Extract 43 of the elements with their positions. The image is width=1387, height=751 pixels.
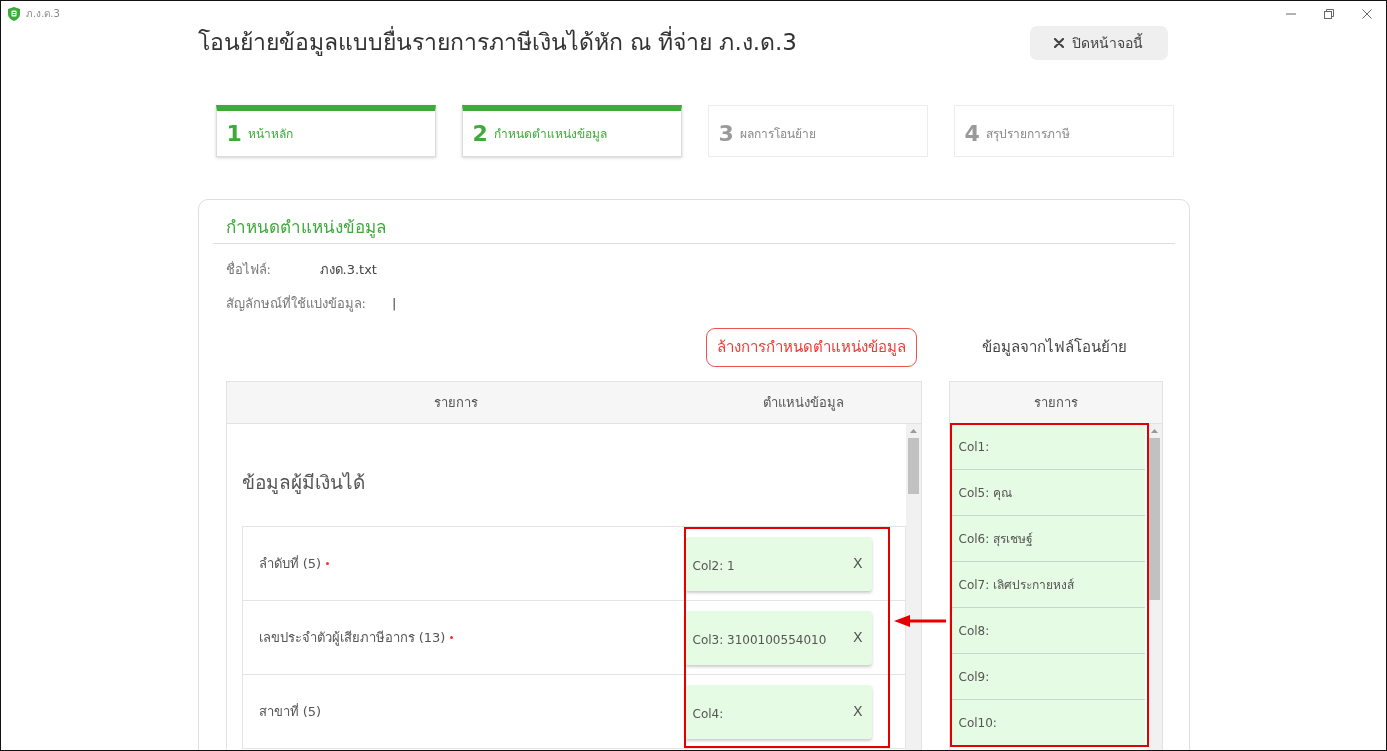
panel-title: กำหนดตำแหน่งข้อมูล xyxy=(224,216,387,240)
restore-icon xyxy=(1324,8,1334,19)
column-header: รายการ xyxy=(433,394,480,413)
mapped-column-chip[interactable]: Col3: 3100100554010 X xyxy=(684,610,872,665)
column-header: รายการ xyxy=(1033,394,1078,413)
info-value: | xyxy=(391,294,397,313)
step-tab[interactable]: 3 ผลการโอนย้าย xyxy=(707,105,928,157)
source-column-item[interactable]: Col9: xyxy=(950,654,1145,701)
scrollbar-thumb[interactable] xyxy=(1148,438,1160,601)
remove-mapping-button[interactable]: X xyxy=(843,701,872,723)
source-column-item[interactable]: Col6: สุรเชษฐ์ xyxy=(950,516,1145,563)
info-label: สัญลักษณ์ที่ใช้แบ่งข้อมูล: xyxy=(225,294,366,314)
mapped-column-chip[interactable]: Col4: X xyxy=(684,684,872,739)
close-window-icon xyxy=(1362,8,1372,19)
source-column-item[interactable]: Col8: xyxy=(950,608,1145,655)
source-heading: ข้อมูลจากไฟล์โอนย้าย xyxy=(981,337,1129,359)
field-label: ลำดับที่ (5) xyxy=(258,554,322,574)
mapped-column-text: Col2: 1 xyxy=(692,557,735,575)
section-title: ข้อมูลผู้มีเงินได้ xyxy=(240,470,366,496)
source-column-item[interactable]: Col7: เลิศประกายหงส์ xyxy=(950,562,1145,609)
field-label: เลขประจำตัวผู้เสียภาษีอากร (13) xyxy=(258,629,446,648)
scroll-up-icon[interactable] xyxy=(1150,429,1158,434)
close-icon xyxy=(1054,38,1064,48)
mapped-column-text: Col4: xyxy=(692,705,724,723)
close-screen-button[interactable]: ปิดหน้าจอนี้ xyxy=(1029,26,1168,60)
window-title: ภ.ง.ด.3 xyxy=(26,7,60,21)
source-column-item[interactable]: Col10: xyxy=(950,700,1145,747)
mapped-column-chip[interactable]: Col2: 1 X xyxy=(684,536,872,591)
info-value: ภงด.3.txt xyxy=(319,260,377,279)
scrollbar-thumb[interactable] xyxy=(907,438,919,495)
source-column-item[interactable]: Col1: xyxy=(950,424,1145,471)
clear-mapping-button[interactable]: ล้างการกำหนดตำแหน่งข้อมูล xyxy=(705,327,917,367)
column-header: ตำแหน่งข้อมูล xyxy=(761,394,845,413)
info-label: ชื่อไฟล์: xyxy=(225,260,272,279)
app-logo-icon xyxy=(8,6,20,21)
scroll-up-icon[interactable] xyxy=(909,429,917,434)
remove-mapping-button[interactable]: X xyxy=(843,627,872,649)
annotation-arrow xyxy=(893,615,946,628)
step-tab[interactable]: 4 สรุปรายการภาษี xyxy=(953,105,1174,157)
field-label: สาขาที่ (5) xyxy=(258,702,322,722)
source-column-item[interactable]: Col5: คุณ xyxy=(950,470,1145,517)
mapped-column-text: Col3: 3100100554010 xyxy=(692,631,827,649)
remove-mapping-button[interactable]: X xyxy=(843,553,872,575)
